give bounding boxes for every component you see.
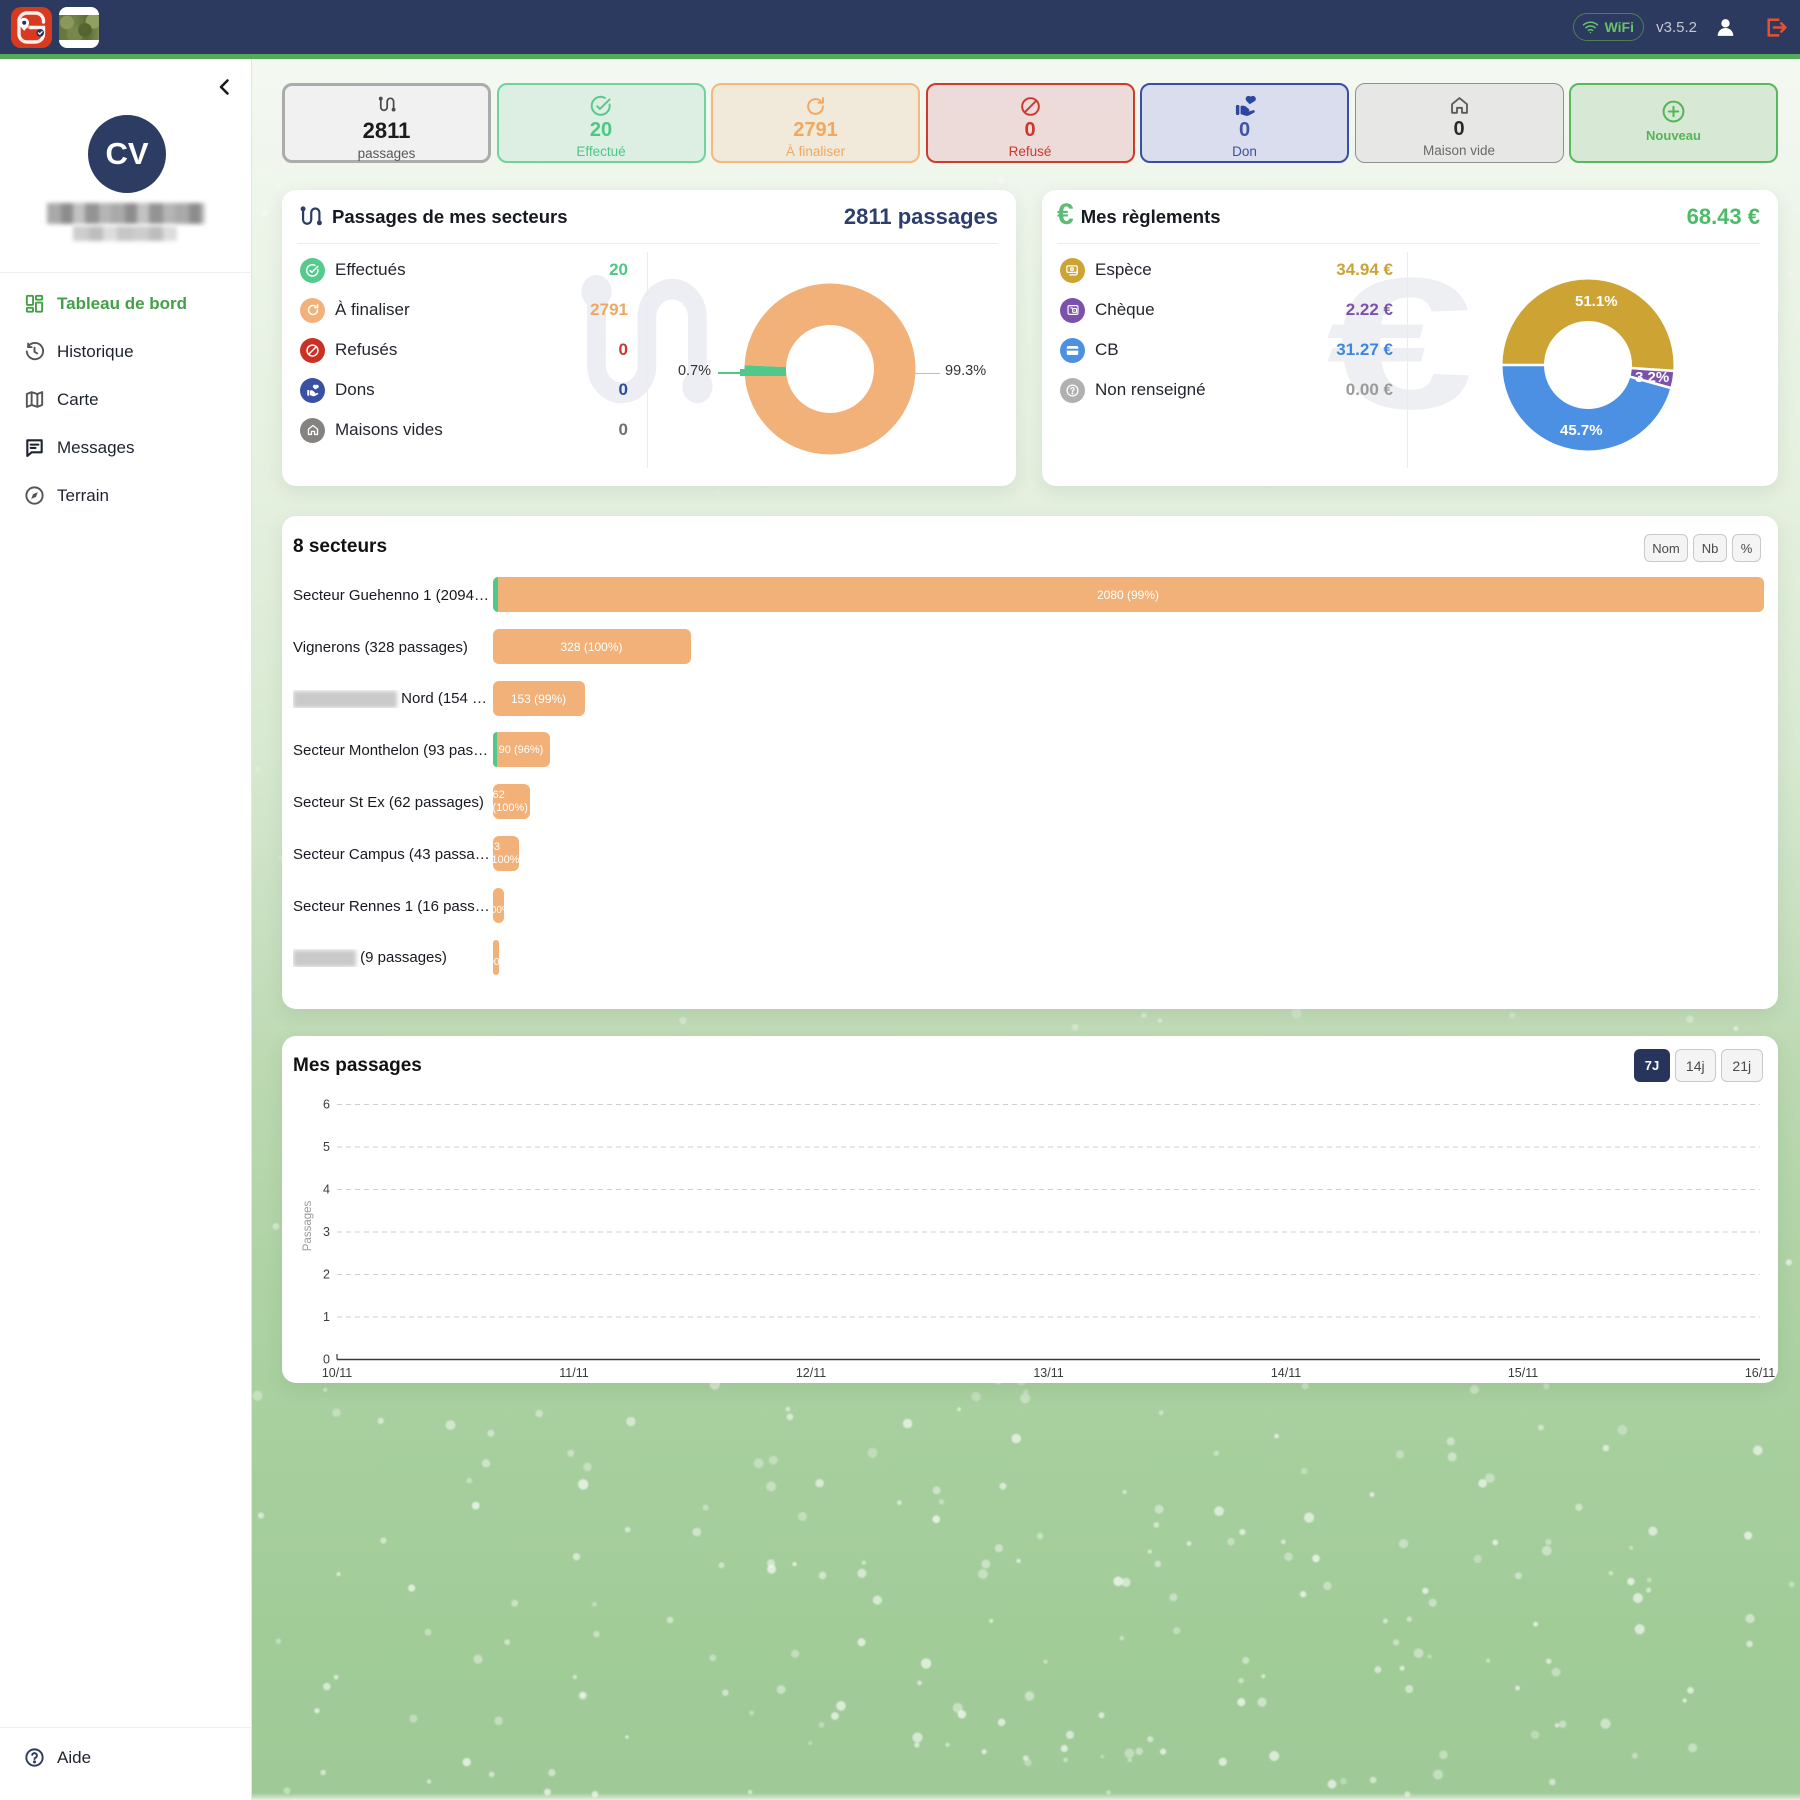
svg-text:1: 1: [323, 1310, 330, 1324]
svg-text:3: 3: [323, 1225, 330, 1239]
svg-text:6: 6: [323, 1098, 330, 1112]
svg-text:11/11: 11/11: [559, 1366, 588, 1380]
svg-text:0: 0: [323, 1353, 330, 1367]
svg-text:2: 2: [323, 1268, 330, 1282]
svg-text:4: 4: [323, 1183, 330, 1197]
svg-text:13/11: 13/11: [1033, 1366, 1063, 1380]
svg-text:16/11: 16/11: [1745, 1366, 1775, 1380]
svg-text:Passages: Passages: [302, 1201, 314, 1252]
svg-text:12/11: 12/11: [796, 1366, 826, 1380]
svg-text:10/11: 10/11: [322, 1366, 352, 1380]
svg-text:5: 5: [323, 1140, 330, 1154]
svg-text:14/11: 14/11: [1271, 1366, 1301, 1380]
svg-text:15/11: 15/11: [1508, 1366, 1538, 1380]
